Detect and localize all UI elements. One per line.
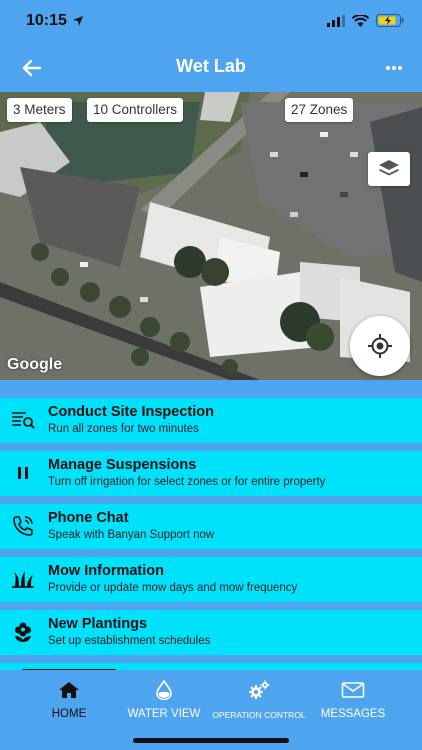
battery-icon (376, 14, 404, 27)
signal-icon (327, 14, 345, 27)
action-title: Manage Suspensions (48, 457, 197, 473)
home-icon (59, 682, 79, 698)
tab-operation-control[interactable]: OPERATION CONTROL (207, 680, 311, 720)
action-subtitle: Provide or update mow days and mow frequ… (48, 582, 298, 594)
tab-label: HOME (51, 708, 87, 720)
tab-label: WATER VIEW (127, 708, 201, 720)
list-item-phone-chat[interactable]: Phone Chat Speak with Banyan Support now (0, 504, 422, 549)
tab-messages[interactable]: MESSAGES (316, 680, 390, 720)
tab-label: OPERATION CONTROL (212, 710, 306, 720)
status-bar: 10:15 (0, 0, 422, 44)
location-arrow-icon (73, 16, 83, 26)
page-title: Wet Lab (176, 56, 246, 76)
phone-icon (13, 516, 33, 536)
list-item-site-inspection[interactable]: Conduct Site Inspection Run all zones fo… (0, 398, 422, 443)
action-subtitle: Run all zones for two minutes (48, 423, 199, 435)
app-header: Wet Lab (0, 44, 422, 92)
home-indicator (133, 738, 289, 743)
water-drop-icon (156, 680, 172, 700)
action-title: Mow Information (48, 563, 164, 579)
google-attribution: Google (7, 356, 63, 373)
layers-icon (379, 160, 399, 176)
list-item-new-plantings[interactable]: New Plantings Set up establishment sched… (0, 610, 422, 655)
flower-icon (15, 622, 31, 642)
action-title: Conduct Site Inspection (48, 404, 214, 420)
mail-icon (341, 682, 365, 698)
action-title: New Plantings (48, 616, 148, 632)
more-options-button[interactable] (382, 56, 406, 80)
action-list: Conduct Site Inspection Run all zones fo… (0, 380, 422, 670)
status-icons (327, 14, 404, 27)
zones-chip[interactable]: 27 Zones (285, 98, 354, 122)
my-location-button[interactable] (350, 316, 410, 376)
pause-icon (18, 467, 28, 479)
action-subtitle: Speak with Banyan Support now (48, 529, 215, 541)
gears-icon (249, 680, 270, 699)
tab-water-view[interactable]: WATER VIEW (118, 680, 210, 720)
tab-label: MESSAGES (320, 708, 386, 720)
controllers-chip[interactable]: 10 Controllers (87, 98, 184, 122)
inspection-list-icon (12, 412, 35, 429)
crosshair-icon (368, 334, 392, 358)
action-subtitle: Set up establishment schedules (48, 635, 211, 647)
action-title: Phone Chat (48, 510, 129, 526)
action-subtitle: Turn off irrigation for select zones or … (48, 476, 326, 488)
wifi-icon (352, 14, 369, 27)
grass-icon (12, 571, 34, 588)
tab-home[interactable]: HOME (38, 680, 100, 720)
meters-chip[interactable]: 3 Meters (7, 98, 72, 122)
list-item-mow-information[interactable]: Mow Information Provide or update mow da… (0, 557, 422, 602)
list-item-suspensions[interactable]: Manage Suspensions Turn off irrigation f… (0, 451, 422, 496)
satellite-map[interactable]: 3 Meters 10 Controllers 27 Zones Google (0, 92, 422, 380)
map-layers-button[interactable] (368, 152, 410, 186)
status-time: 10:15 (26, 12, 67, 29)
